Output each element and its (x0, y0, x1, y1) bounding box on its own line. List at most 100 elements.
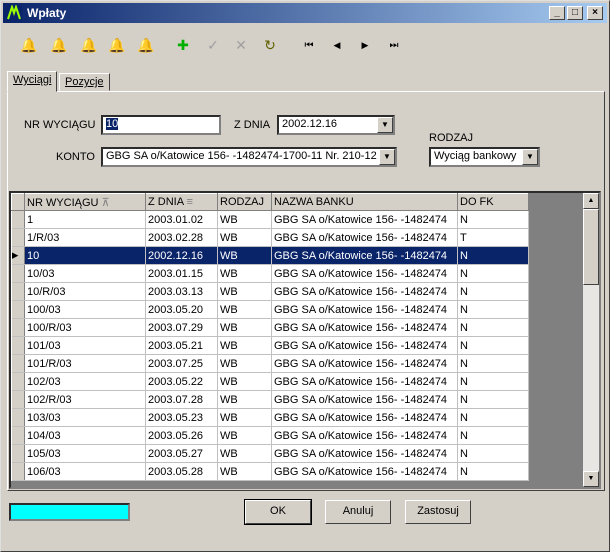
column-header-zdnia[interactable]: Z DNIA ≡ (145, 193, 218, 211)
scroll-thumb[interactable] (583, 209, 599, 285)
table-cell[interactable]: WB (217, 282, 272, 301)
bell-icon[interactable]: 🔔 (17, 33, 41, 57)
add-icon[interactable]: ✚ (171, 33, 195, 57)
row-indicator[interactable] (11, 210, 25, 229)
table-row[interactable]: 104/03 2003.05.26 WB GBG SA o/Katowice 156-… (11, 426, 529, 445)
vertical-scrollbar[interactable]: ▲ ▼ (583, 193, 599, 487)
table-cell[interactable]: 2003.02.28 (145, 228, 218, 247)
table-cell[interactable]: 100/R/03 (24, 318, 146, 337)
table-cell[interactable]: 102/R/03 (24, 390, 146, 409)
print-bell-icon[interactable]: 🔔 (105, 33, 129, 57)
table-cell[interactable]: WB (217, 408, 272, 427)
check-icon[interactable]: ✓ (201, 33, 225, 57)
chevron-down-icon[interactable]: ▼ (379, 149, 395, 165)
table-cell[interactable]: T (457, 228, 529, 247)
chevron-down-icon[interactable]: ▼ (522, 149, 538, 165)
table-cell[interactable]: N (457, 390, 529, 409)
table-cell[interactable]: GBG SA o/Katowice 156- -1482474 (271, 300, 458, 319)
row-indicator[interactable] (11, 408, 25, 427)
table-cell[interactable]: 2003.01.15 (145, 264, 218, 283)
table-cell[interactable]: 10 (24, 246, 146, 265)
nr-wyciagu-input[interactable]: 10 (101, 115, 221, 135)
table-cell[interactable]: WB (217, 354, 272, 373)
table-row[interactable]: ▶ 10 2002.12.16 WB GBG SA o/Katowice 156- -1… (11, 246, 529, 265)
table-cell[interactable]: WB (217, 246, 272, 265)
table-cell[interactable]: 101/03 (24, 336, 146, 355)
row-indicator[interactable] (11, 300, 25, 319)
edit-bell-icon[interactable]: 🔔 (47, 33, 71, 57)
table-cell[interactable]: 104/03 (24, 426, 146, 445)
table-cell[interactable]: N (457, 444, 529, 463)
title-bar[interactable]: Wpłaty _ □ × (3, 3, 607, 23)
table-cell[interactable]: N (457, 408, 529, 427)
table-cell[interactable]: WB (217, 336, 272, 355)
table-cell[interactable]: WB (217, 300, 272, 319)
table-cell[interactable]: 2003.05.26 (145, 426, 218, 445)
scroll-down-icon[interactable]: ▼ (583, 471, 599, 487)
table-cell[interactable]: WB (217, 210, 272, 229)
table-cell[interactable]: N (457, 426, 529, 445)
table-cell[interactable]: 1 (24, 210, 146, 229)
table-row[interactable]: 102/03 2003.05.22 WB GBG SA o/Katowice 156-… (11, 372, 529, 391)
tab-wyciagi[interactable]: Wyciągi (7, 71, 58, 92)
table-cell[interactable]: 2003.05.28 (145, 462, 218, 481)
prev-record-icon[interactable]: ◀ (325, 33, 349, 57)
apply-button[interactable]: Zastosuj (405, 500, 471, 524)
table-row[interactable]: 10/03 2003.01.15 WB GBG SA o/Katowice 156- … (11, 264, 529, 283)
table-cell[interactable]: GBG SA o/Katowice 156- -1482474 (271, 210, 458, 229)
table-cell[interactable]: N (457, 318, 529, 337)
table-cell[interactable]: 10/R/03 (24, 282, 146, 301)
table-row[interactable]: 1/R/03 2003.02.28 WB GBG SA o/Katowice 156-… (11, 228, 529, 247)
maximize-button[interactable]: □ (567, 6, 583, 20)
ok-button[interactable]: OK (244, 499, 312, 525)
table-cell[interactable]: 2003.05.27 (145, 444, 218, 463)
row-indicator[interactable] (11, 462, 25, 481)
table-cell[interactable]: 2003.01.02 (145, 210, 218, 229)
last-record-icon[interactable]: ⏭ (382, 33, 406, 57)
cancel-button[interactable]: Anuluj (325, 500, 391, 524)
table-row[interactable]: 101/03 2003.05.21 WB GBG SA o/Katowice 156-… (11, 336, 529, 355)
konto-select[interactable]: GBG SA o/Katowice 156- -1482474-1700-11 … (101, 147, 397, 167)
table-cell[interactable]: 105/03 (24, 444, 146, 463)
table-cell[interactable]: 2003.05.21 (145, 336, 218, 355)
table-row[interactable]: 100/R/03 2003.07.29 WB GBG SA o/Katowice 15… (11, 318, 529, 337)
table-cell[interactable]: N (457, 372, 529, 391)
table-cell[interactable]: N (457, 246, 529, 265)
cut-bell-icon[interactable]: 🔔 (77, 33, 101, 57)
table-cell[interactable]: WB (217, 426, 272, 445)
table-cell[interactable]: 10/03 (24, 264, 146, 283)
wyciagi-grid[interactable]: NR WYCIĄGU ⊼ Z DNIA ≡ RODZAJ NAZWA BANKU… (9, 191, 601, 489)
table-row[interactable]: 100/03 2003.05.20 WB GBG SA o/Katowice 156-… (11, 300, 529, 319)
table-cell[interactable]: WB (217, 228, 272, 247)
table-cell[interactable]: GBG SA o/Katowice 156- -1482474 (271, 444, 458, 463)
row-indicator[interactable] (11, 318, 25, 337)
table-row[interactable]: 103/03 2003.05.23 WB GBG SA o/Katowice 156-… (11, 408, 529, 427)
rodzaj-select[interactable]: Wyciąg bankowy ▼ (429, 147, 540, 167)
row-indicator[interactable] (11, 354, 25, 373)
table-cell[interactable]: 106/03 (24, 462, 146, 481)
row-indicator[interactable] (11, 426, 25, 445)
table-cell[interactable]: WB (217, 372, 272, 391)
table-cell[interactable]: 2003.07.29 (145, 318, 218, 337)
table-cell[interactable]: GBG SA o/Katowice 156- -1482474 (271, 462, 458, 481)
table-cell[interactable]: N (457, 336, 529, 355)
table-cell[interactable]: N (457, 282, 529, 301)
column-header-dofk[interactable]: DO FK (457, 193, 529, 211)
table-cell[interactable]: WB (217, 390, 272, 409)
table-cell[interactable]: GBG SA o/Katowice 156- -1482474 (271, 264, 458, 283)
table-cell[interactable]: 103/03 (24, 408, 146, 427)
scroll-up-icon[interactable]: ▲ (583, 193, 599, 209)
refresh-icon[interactable]: ↻ (258, 33, 282, 57)
row-indicator[interactable] (11, 228, 25, 247)
row-indicator[interactable] (11, 390, 25, 409)
table-cell[interactable]: 2003.07.28 (145, 390, 218, 409)
cancel-icon[interactable]: ✕ (229, 33, 253, 57)
table-cell[interactable]: N (457, 462, 529, 481)
next-record-icon[interactable]: ▶ (353, 33, 377, 57)
table-cell[interactable]: 2003.03.13 (145, 282, 218, 301)
table-cell[interactable]: N (457, 300, 529, 319)
table-cell[interactable]: 2003.05.23 (145, 408, 218, 427)
row-indicator[interactable] (11, 336, 25, 355)
table-cell[interactable]: 2003.05.22 (145, 372, 218, 391)
column-header-nazwa[interactable]: NAZWA BANKU (271, 193, 458, 211)
